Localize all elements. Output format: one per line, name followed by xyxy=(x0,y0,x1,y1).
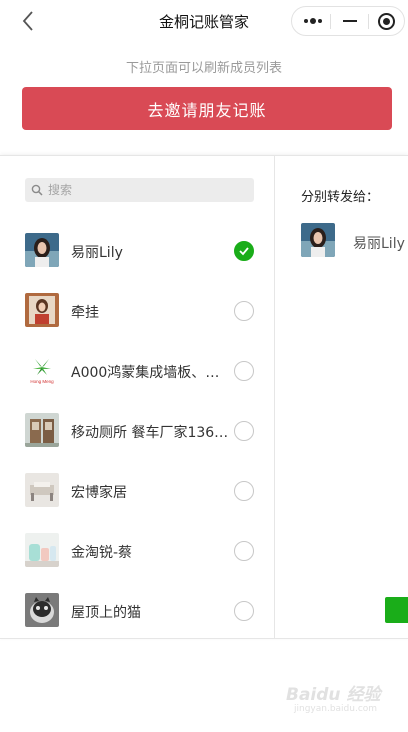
member-name: 屋顶上的猫 xyxy=(71,605,141,621)
avatar: Hong Meng xyxy=(25,353,59,387)
list-item[interactable]: 屋顶上的猫 xyxy=(0,581,274,641)
search-icon xyxy=(31,184,43,196)
member-name: 移动厕所 餐车厂家1367… xyxy=(71,425,229,441)
checkbox[interactable] xyxy=(234,421,254,441)
mini-program-capsule xyxy=(291,6,405,36)
list-item[interactable]: 易丽Lily xyxy=(0,221,274,281)
checkbox[interactable] xyxy=(234,301,254,321)
more-button[interactable] xyxy=(294,7,331,35)
share-panel: 易丽Lily 牵挂 xyxy=(0,155,408,639)
member-name: 金淘锐-蔡 xyxy=(71,545,133,561)
search-bar[interactable] xyxy=(25,178,254,202)
refresh-hint: 下拉页面可以刷新成员列表 xyxy=(125,61,282,76)
minimize-icon xyxy=(342,20,357,22)
list-item[interactable]: Hong Meng A000鸿蒙集成墙板、地… xyxy=(0,341,274,401)
selected-member-name: 易丽Lily xyxy=(353,236,405,252)
list-item[interactable]: 牵挂 xyxy=(0,281,274,341)
list-item[interactable]: 移动厕所 餐车厂家1367… xyxy=(0,401,274,461)
checkbox[interactable] xyxy=(234,541,254,561)
watermark-brand: Baidu 经验 xyxy=(286,685,381,705)
avatar xyxy=(25,293,59,327)
close-program-button[interactable] xyxy=(368,7,405,35)
member-name: 牵挂 xyxy=(71,305,99,321)
avatar xyxy=(25,473,59,507)
member-name: 易丽Lily xyxy=(71,245,123,261)
target-icon xyxy=(378,12,395,30)
forward-label: 分别转发给： xyxy=(301,190,380,205)
search-input[interactable] xyxy=(48,183,248,197)
avatar xyxy=(25,233,59,267)
member-list-panel: 易丽Lily 牵挂 xyxy=(0,156,275,638)
avatar xyxy=(25,533,59,567)
baidu-watermark: Baidu 经验 jingyan.baidu.com xyxy=(266,676,386,720)
checkbox-selected[interactable] xyxy=(234,241,254,261)
svg-text:Hong Meng: Hong Meng xyxy=(30,379,54,384)
invite-friends-button[interactable]: 去邀请朋友记账 xyxy=(22,87,392,130)
checkbox[interactable] xyxy=(234,361,254,381)
watermark-url: jingyan.baidu.com xyxy=(294,704,378,714)
confirm-send-button[interactable] xyxy=(385,597,408,623)
minimize-button[interactable] xyxy=(331,7,368,35)
checkbox[interactable] xyxy=(234,481,254,501)
more-dots-icon xyxy=(303,18,322,24)
checkbox[interactable] xyxy=(234,601,254,621)
member-name: 宏博家居 xyxy=(71,485,127,501)
avatar xyxy=(25,593,59,627)
member-name: A000鸿蒙集成墙板、地… xyxy=(71,365,229,381)
forward-panel: 分别转发给： 易丽Lily xyxy=(275,156,408,638)
avatar xyxy=(25,413,59,447)
list-item[interactable]: 金淘锐-蔡 xyxy=(0,521,274,581)
checkmark-icon xyxy=(239,247,249,256)
selected-avatar xyxy=(301,223,335,257)
navigation-bar: 金桐记账管家 xyxy=(0,0,408,42)
list-item[interactable]: 宏博家居 xyxy=(0,461,274,521)
